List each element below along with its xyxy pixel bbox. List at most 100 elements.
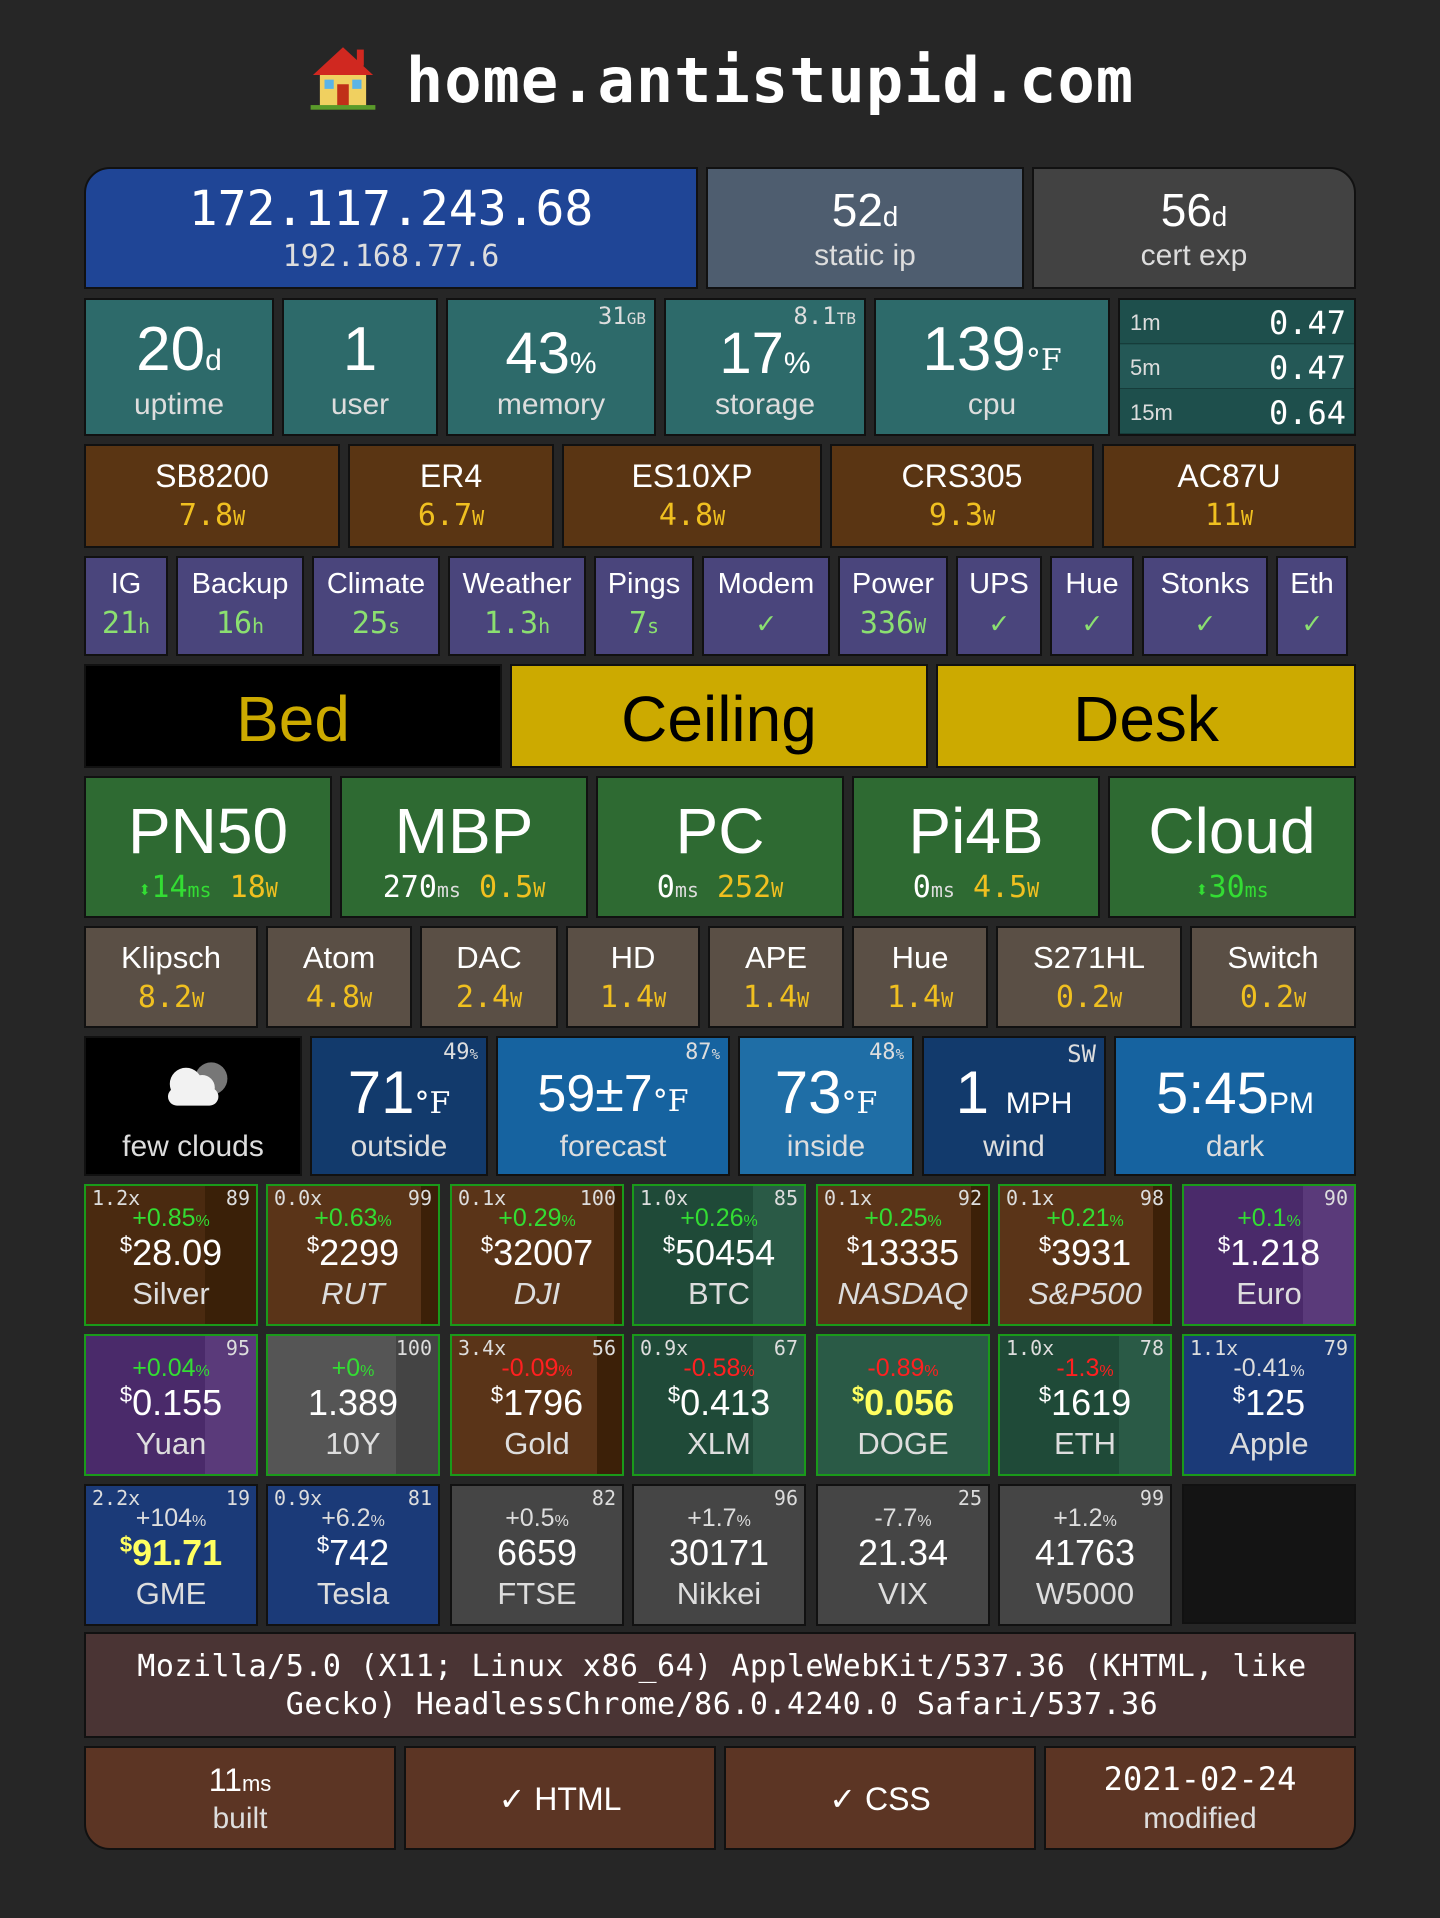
- service-age: 21h: [86, 606, 166, 641]
- service-age: ✓: [704, 606, 828, 641]
- host-power: 4.5: [972, 870, 1028, 905]
- light-ceiling-toggle[interactable]: Ceiling: [510, 664, 928, 768]
- cpu-value: 139: [922, 315, 1026, 384]
- ticker-volume-multiple: 0.1x: [824, 1186, 873, 1210]
- ticker-change-unit: %: [377, 1213, 392, 1230]
- service-hue-tile: Hue ✓: [1050, 556, 1134, 656]
- ticker-change-value: +0.25: [864, 1204, 928, 1232]
- ticker-w5000-tile: +1.2% 99 41763 W5000: [998, 1484, 1172, 1626]
- wind-tile: SW 1 MPH wind: [922, 1036, 1106, 1176]
- device-watts-value: 6.7: [417, 498, 473, 533]
- service-age: 16h: [178, 606, 302, 641]
- device-power-tile: CRS305 9.3W: [830, 444, 1094, 548]
- ticker-rank: 100: [395, 1336, 432, 1360]
- service-weather-tile: Weather 1.3h: [448, 556, 586, 656]
- service-name: Climate: [326, 568, 426, 600]
- ticker-price-value: 21.34: [857, 1532, 949, 1573]
- css-valid-link[interactable]: ✓ CSS: [724, 1746, 1036, 1850]
- outlet-hue-tile: Hue 1.4W: [852, 926, 988, 1028]
- outlet-watts: 1.4W: [710, 980, 842, 1015]
- ticker-currency: $: [1038, 1232, 1052, 1257]
- outlet-name: Klipsch: [121, 940, 221, 975]
- ticker-price: 21.34: [818, 1532, 988, 1574]
- service-name: Backup: [191, 568, 289, 600]
- ticker-rank: 56: [591, 1336, 616, 1360]
- build-time-value: 11: [208, 1762, 242, 1798]
- host-power-unit: W: [265, 878, 278, 902]
- ticker-price: $1619: [1000, 1382, 1170, 1424]
- forecast-humidity-unit: %: [711, 1047, 720, 1063]
- device-watts-unit: W: [713, 506, 726, 530]
- outlet-watts-unit: W: [510, 988, 523, 1012]
- build-time-label: built: [212, 1802, 268, 1835]
- ticker-change-unit: %: [561, 1213, 576, 1230]
- service-age-value: ✓: [1082, 606, 1102, 641]
- host-power: 252: [716, 870, 772, 905]
- outlet-watts-unit: W: [654, 988, 667, 1012]
- ticker-currency: $: [1038, 1382, 1052, 1407]
- host-ping: 270: [382, 870, 437, 905]
- ticker-change-unit: %: [1109, 1213, 1124, 1230]
- host-power-unit: W: [533, 878, 546, 902]
- ticker-xlm-tile: -0.58% 0.9x 67 $0.413 XLM: [632, 1334, 806, 1476]
- ticker-price: $3931: [1000, 1232, 1170, 1274]
- wind-speed: 1: [955, 1059, 990, 1126]
- inside-temp-tile: 48% 73°F inside: [738, 1036, 914, 1176]
- outlet-name: DAC: [456, 940, 522, 975]
- outside-temp-tile: 49% 71°F outside: [310, 1036, 488, 1176]
- outlet-watts-unit: W: [360, 988, 373, 1012]
- ticker-nikkei-tile: +1.7% 96 30171 Nikkei: [632, 1484, 806, 1626]
- ticker-name: BTC: [688, 1276, 750, 1311]
- device-power-tile: SB8200 7.8W: [84, 444, 340, 548]
- ticker-name: FTSE: [497, 1576, 577, 1611]
- ticker-dji-tile: +0.29% 0.1x 100 $32007 DJI: [450, 1184, 624, 1326]
- outlet-watts-unit: W: [192, 988, 205, 1012]
- css-valid-label: ✓ CSS: [829, 1781, 931, 1817]
- service-age-value: 16: [215, 606, 253, 641]
- outlet-watts-value: 2.4: [455, 980, 511, 1015]
- storage-unit: %: [783, 347, 811, 380]
- ticker-name: GME: [135, 1576, 207, 1611]
- host-stats: ⬍14ms 18W: [86, 870, 330, 905]
- ticker-rank: 85: [773, 1186, 798, 1210]
- ticker-price-value: 3931: [1051, 1232, 1132, 1273]
- outside-temp: 71: [347, 1059, 415, 1126]
- uptime-label: uptime: [133, 388, 225, 421]
- ticker-name: ETH: [1054, 1426, 1116, 1461]
- memory-unit: %: [569, 347, 597, 380]
- ticker-currency: $: [306, 1232, 320, 1257]
- light-desk-toggle[interactable]: Desk: [936, 664, 1356, 768]
- load-row: 15m 0.64: [1120, 390, 1354, 434]
- ticker-change-value: +1.7: [687, 1504, 737, 1532]
- ticker-price-value: 13335: [859, 1232, 960, 1273]
- ticker-name: DOGE: [857, 1426, 949, 1461]
- device-watts: 9.3W: [832, 498, 1092, 533]
- wind-unit: MPH: [1005, 1087, 1073, 1120]
- ticker-change-value: -1.3: [1056, 1354, 1100, 1382]
- device-watts-value: 4.8: [658, 498, 714, 533]
- ticker-rank: 67: [773, 1336, 798, 1360]
- ticker-name: Apple: [1229, 1426, 1309, 1461]
- ticker-volume-multiple: 0.9x: [274, 1486, 323, 1510]
- ticker-change-value: +0.04: [132, 1354, 196, 1382]
- ticker-change-unit: %: [917, 1513, 932, 1530]
- outlet-s271hl-tile: S271HL 0.2W: [996, 926, 1182, 1028]
- device-watts-unit: W: [983, 506, 996, 530]
- build-time-unit: ms: [241, 1771, 272, 1796]
- host-name: Cloud: [1148, 795, 1316, 867]
- html-valid-link[interactable]: ✓ HTML: [404, 1746, 716, 1850]
- ticker-price: $742: [268, 1532, 438, 1574]
- outlet-switch-tile: Switch 0.2W: [1190, 926, 1356, 1028]
- ticker-currency: $: [851, 1382, 865, 1407]
- service-eth-tile: Eth ✓: [1276, 556, 1348, 656]
- ticker-currency: $: [490, 1382, 504, 1407]
- service-name: Hue: [1065, 568, 1119, 600]
- ticker-currency: $: [119, 1532, 133, 1557]
- device-name: ES10XP: [631, 458, 753, 494]
- inside-label: inside: [786, 1130, 866, 1163]
- host-pn50-tile: PN50 ⬍14ms 18W: [84, 776, 332, 918]
- service-age-unit: h: [538, 614, 551, 638]
- modified-date: 2021-02-24: [1103, 1760, 1297, 1798]
- ticker-name: VIX: [878, 1576, 928, 1611]
- light-bed-toggle[interactable]: Bed: [84, 664, 502, 768]
